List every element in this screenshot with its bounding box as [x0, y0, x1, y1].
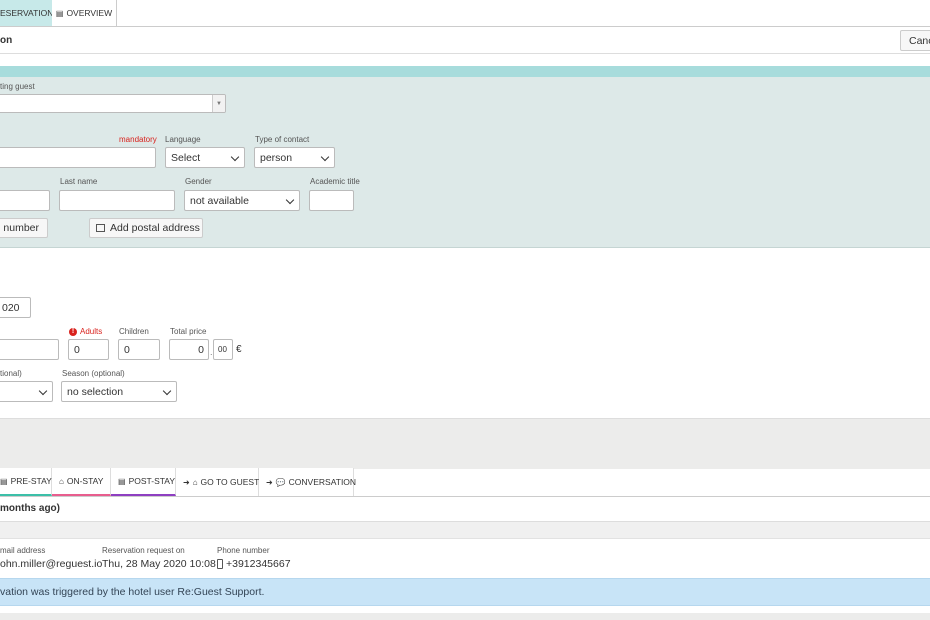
tab-pre-stay[interactable]: ▤ PRE-STAY	[0, 468, 52, 496]
language-select-value: Select	[171, 151, 201, 164]
date-field[interactable]: 020	[0, 297, 31, 318]
season-label: Season (optional)	[62, 369, 125, 378]
tab-pre-stay-label: PRE-STAY	[10, 476, 52, 486]
children-field[interactable]: 0	[118, 339, 160, 360]
last-name-field[interactable]	[59, 190, 175, 211]
contact-type-label: Type of contact	[255, 135, 310, 144]
email-field[interactable]	[0, 147, 156, 168]
last-name-label: Last name	[60, 177, 98, 186]
optional-select[interactable]	[0, 381, 53, 402]
bank-icon: ⌂	[192, 477, 198, 487]
tab-on-stay[interactable]: ⌂ ON-STAY	[52, 468, 111, 496]
currency-label: €	[236, 344, 242, 355]
adults-label-text: Adults	[80, 327, 103, 336]
gender-select-value: not available	[190, 194, 249, 207]
adults-label: ! Adults	[69, 327, 102, 336]
gender-label: Gender	[185, 177, 212, 186]
room-field[interactable]	[0, 339, 59, 360]
children-label: Children	[119, 327, 149, 336]
mobile-phone-icon	[217, 559, 223, 569]
contact-type-select-value: person	[260, 151, 293, 164]
total-price-label: Total price	[170, 327, 207, 336]
academic-title-label: Academic title	[310, 177, 360, 186]
top-tab-bar: ESERVATION ▤ OVERVIEW	[0, 0, 930, 27]
triangle-down-icon: ▼	[216, 100, 222, 107]
children-field-value: 0	[124, 343, 130, 356]
tab-conversation-label: CONVERSATION	[288, 477, 357, 487]
request-label: Reservation request on	[102, 546, 185, 555]
price-field[interactable]: 0	[169, 339, 209, 360]
add-postal-address-button[interactable]: Add postal address	[89, 218, 203, 238]
cents-field-value: 00	[218, 345, 227, 354]
existing-guest-select[interactable]: ▼	[0, 94, 226, 113]
contact-type-select[interactable]: person	[254, 147, 335, 168]
info-banner-text: vation was triggered by the hotel user R…	[0, 586, 265, 598]
season-select[interactable]: no selection	[61, 381, 177, 402]
tab-reservation[interactable]: ESERVATION	[0, 0, 52, 26]
date-field-value: 020	[2, 301, 20, 314]
email-label: mail address	[0, 546, 46, 555]
bottom-strip	[0, 613, 930, 620]
building-icon: ⌂	[59, 476, 64, 486]
phone-label: Phone number	[217, 546, 270, 555]
arrow-right-icon: ➜	[266, 477, 273, 487]
mandatory-label: mandatory	[119, 135, 157, 144]
adults-field-value: 0	[74, 343, 80, 356]
tab-go-to-guest-label: GO TO GUEST	[200, 477, 260, 487]
guest-panel-header-strip	[0, 66, 930, 77]
gender-select[interactable]: not available	[184, 190, 300, 211]
cents-field[interactable]: 00	[213, 339, 233, 360]
tab-post-stay-label: POST-STAY	[128, 476, 176, 486]
tab-overview-label: OVERVIEW	[66, 8, 113, 18]
cancel-button[interactable]: Canc	[900, 30, 930, 51]
tab-go-to-guest[interactable]: ➜ ⌂ GO TO GUEST	[176, 468, 259, 496]
divider	[0, 521, 930, 539]
chat-icon: 💬	[275, 477, 286, 487]
reservation-age: months ago)	[0, 503, 60, 514]
first-name-field[interactable]	[0, 190, 50, 211]
add-phone-label: e number	[0, 222, 39, 234]
info-banner: vation was triggered by the hotel user R…	[0, 578, 930, 606]
season-select-value: no selection	[67, 385, 124, 398]
dropdown-toggle[interactable]: ▼	[212, 95, 225, 112]
academic-title-field[interactable]	[309, 190, 354, 211]
add-postal-address-label: Add postal address	[110, 222, 200, 234]
tab-reservation-label: ESERVATION	[0, 8, 52, 18]
email-value: ohn.miller@reguest.io	[0, 558, 103, 570]
phone-value: +3912345667	[217, 558, 291, 570]
tab-conversation[interactable]: ➜ 💬 CONVERSATION	[259, 468, 357, 496]
language-select[interactable]: Select	[165, 147, 245, 168]
optional-label: tional)	[0, 369, 22, 378]
add-phone-button[interactable]: e number	[0, 218, 48, 238]
language-label: Language	[165, 135, 201, 144]
document-icon: ▤	[0, 476, 8, 486]
table-icon: ▤	[55, 8, 64, 18]
tab-post-stay[interactable]: ▤ POST-STAY	[111, 468, 176, 496]
price-field-value: 0	[198, 343, 204, 356]
request-value: Thu, 28 May 2020 10:08	[102, 558, 216, 570]
exclamation-icon: !	[69, 327, 77, 336]
arrow-right-icon: ➜	[183, 477, 190, 487]
phone-value-text: +3912345667	[226, 558, 291, 570]
address-card-icon	[96, 224, 105, 232]
page-title: on	[0, 35, 13, 46]
existing-guest-label: ting guest	[0, 82, 35, 91]
grey-footer-area	[0, 418, 930, 469]
tab-overview[interactable]: ▤ OVERVIEW	[52, 0, 117, 26]
document-icon: ▤	[118, 476, 126, 486]
tab-on-stay-label: ON-STAY	[66, 476, 104, 486]
adults-field[interactable]: 0	[68, 339, 109, 360]
divider	[0, 53, 930, 54]
